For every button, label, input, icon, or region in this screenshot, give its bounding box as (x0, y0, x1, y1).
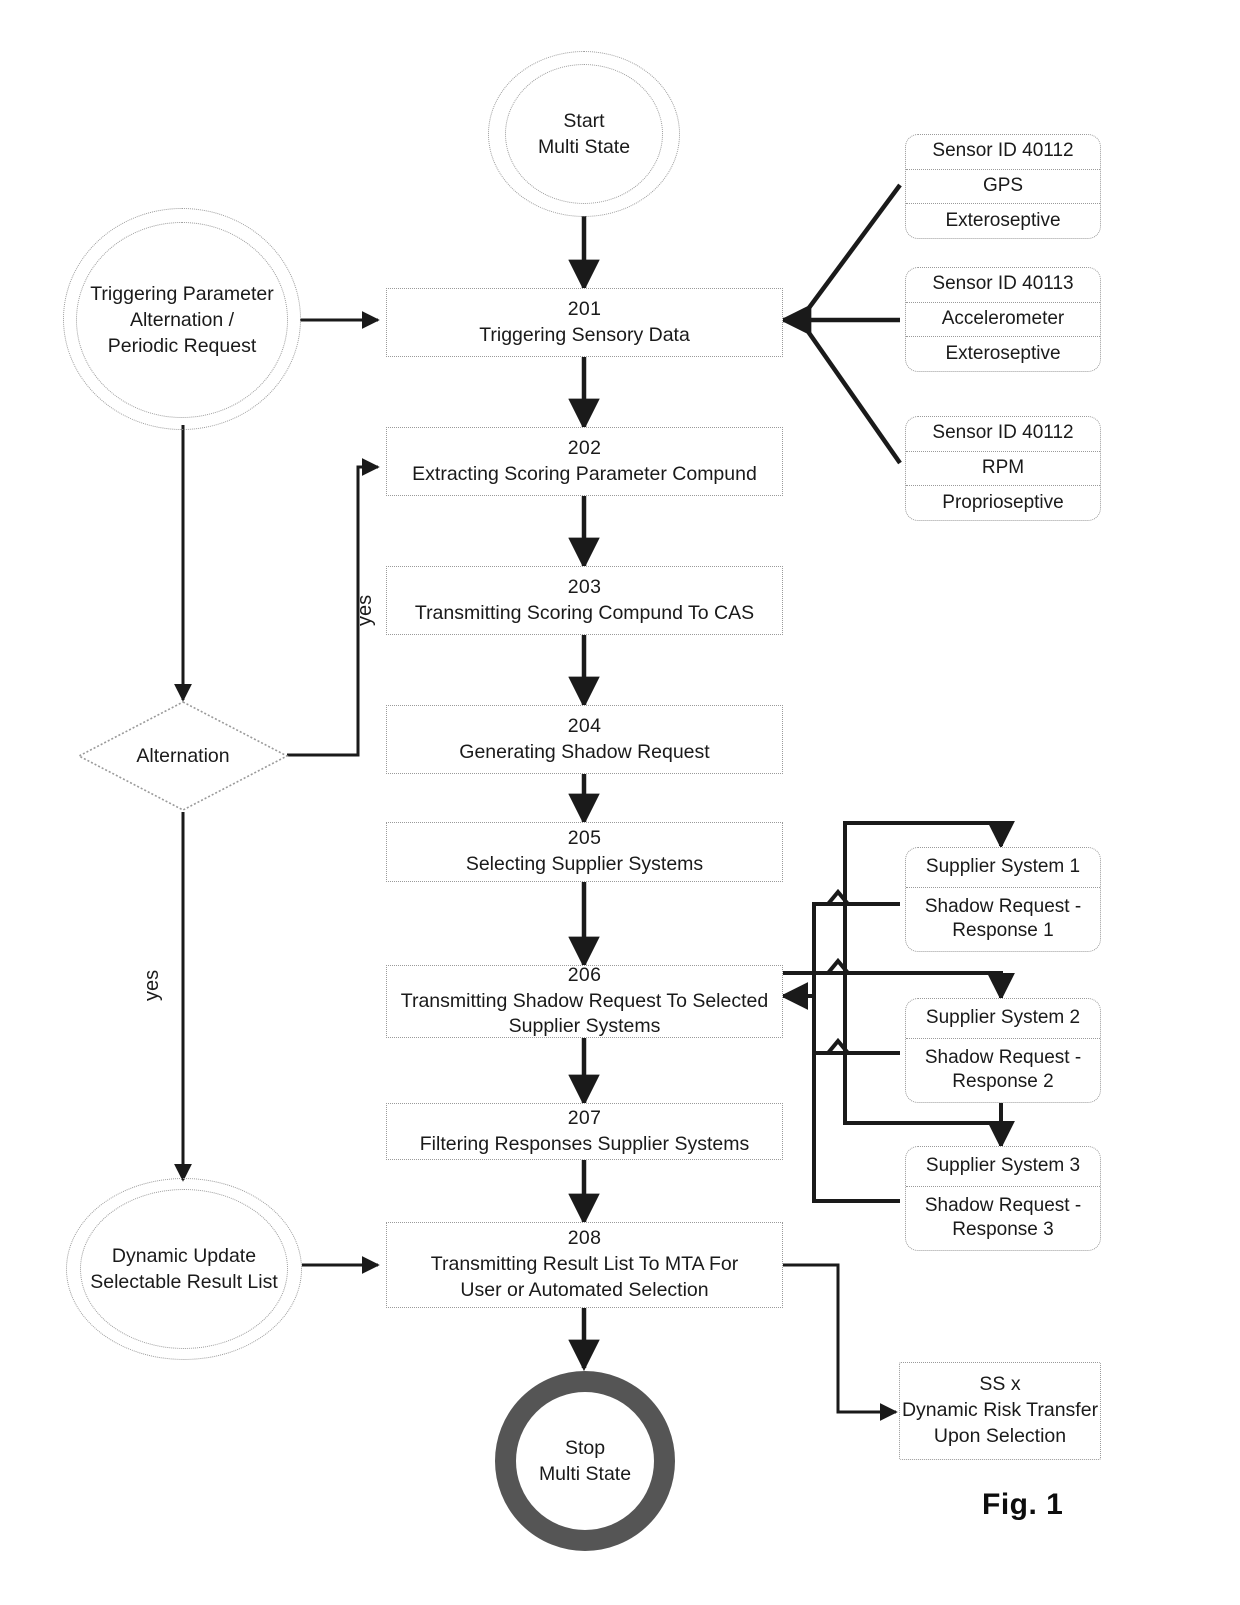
sensor-2-type: Accelerometer (906, 301, 1100, 337)
supplier-1-response-line2: Response 1 (952, 920, 1054, 942)
step-207-number: 207 (567, 1106, 602, 1129)
ssx-line3: Upon Selection (933, 1424, 1067, 1447)
alternation-yes-label-down: yes (141, 969, 163, 1001)
edge-208-to-ssx (783, 1263, 898, 1421)
trigger-node: Triggering Parameter Alternation / Perio… (76, 222, 288, 418)
ssx-line2: Dynamic Risk Transfer (901, 1399, 1099, 1422)
sensor-3-id: Sensor ID 40112 (932, 422, 1074, 444)
trigger-node-line2: Alternation / (129, 308, 235, 331)
supplier-system-card-2[interactable]: Supplier System 2 Shadow Request - Respo… (905, 998, 1101, 1103)
supplier-2-response-line1: Shadow Request - (924, 1046, 1082, 1068)
step-205-number: 205 (567, 827, 602, 850)
step-204-number: 204 (567, 714, 602, 737)
step-208-label-line1: Transmitting Result List To MTA For (430, 1253, 739, 1276)
trigger-node-line3: Periodic Request (107, 335, 257, 358)
edge-206-to-supplier2 (845, 971, 1015, 1001)
supplier-3-response-line1: Shadow Request - (924, 1194, 1082, 1216)
start-node: Start Multi State (505, 64, 663, 204)
step-box-203[interactable]: 203 Transmitting Scoring Compund To CAS (386, 566, 783, 635)
step-207-label: Filtering Responses Supplier Systems (419, 1132, 750, 1155)
sensor-1-id: Sensor ID 40112 (932, 140, 1074, 162)
sensor-3-category: Proprioseptive (906, 485, 1100, 520)
step-box-204[interactable]: 204 Generating Shadow Request (386, 705, 783, 774)
alternation-label: Alternation (136, 744, 230, 767)
supplier-3-response: Shadow Request - Response 3 (906, 1185, 1100, 1250)
edge-supplier3-response-to-206 (812, 996, 900, 1203)
supplier-system-card-1[interactable]: Supplier System 1 Shadow Request - Respo… (905, 847, 1101, 952)
wire-hop-1 (826, 888, 850, 906)
stop-node-line1: Stop (564, 1436, 606, 1459)
wire-hop-3 (826, 957, 850, 975)
step-box-207[interactable]: 207 Filtering Responses Supplier Systems (386, 1103, 783, 1160)
step-203-number: 203 (567, 575, 602, 598)
step-box-201[interactable]: 201 Triggering Sensory Data (386, 288, 783, 357)
figure-caption: Fig. 1 (982, 1488, 1064, 1521)
stop-node: Stop Multi State (495, 1371, 675, 1551)
sensor-1-type: GPS (906, 168, 1100, 204)
dynamic-update-line1: Dynamic Update (111, 1244, 257, 1267)
supplier-system-card-3[interactable]: Supplier System 3 Shadow Request - Respo… (905, 1146, 1101, 1251)
step-box-202[interactable]: 202 Extracting Scoring Parameter Compund (386, 427, 783, 496)
step-202-label: Extracting Scoring Parameter Compund (412, 462, 757, 485)
step-206-number: 206 (567, 963, 602, 986)
supplier-1-name: Supplier System 1 (925, 855, 1081, 877)
supplier-3-response-line2: Response 3 (952, 1219, 1054, 1241)
step-204-label: Generating Shadow Request (459, 740, 710, 763)
supplier-1-response: Shadow Request - Response 1 (906, 886, 1100, 951)
stop-node-line2: Multi State (538, 1463, 632, 1485)
ssx-dynamic-risk-transfer-box[interactable]: SS x Dynamic Risk Transfer Upon Selectio… (899, 1362, 1101, 1460)
step-208-number: 208 (567, 1227, 602, 1250)
alternation-yes-label-right: yes (354, 594, 376, 626)
sensor-card-2[interactable]: Sensor ID 40113 Accelerometer Exterosept… (905, 267, 1101, 372)
step-box-205[interactable]: 205 Selecting Supplier Systems (386, 822, 783, 882)
alternation-decision[interactable]: Alternation (77, 700, 289, 812)
start-node-line2: Multi State (537, 136, 631, 158)
sensor-card-3[interactable]: Sensor ID 40112 RPM Proprioseptive (905, 416, 1101, 521)
edge-sensor3-to-201 (798, 318, 902, 465)
step-202-number: 202 (567, 436, 602, 459)
dynamic-update-line2: Selectable Result List (90, 1271, 278, 1293)
step-203-label: Transmitting Scoring Compund To CAS (414, 601, 755, 624)
ssx-line1: SS x (979, 1373, 1021, 1396)
edge-sensor1-to-201 (798, 183, 902, 322)
supplier-3-name: Supplier System 3 (925, 1154, 1081, 1176)
sensor-2-id: Sensor ID 40113 (932, 273, 1074, 295)
sensor-1-category: Exteroseptive (906, 203, 1100, 238)
flowchart-canvas: Start Multi State Triggering Parameter A… (0, 0, 1240, 1605)
step-201-number: 201 (567, 297, 602, 320)
sensor-card-1[interactable]: Sensor ID 40112 GPS Exteroseptive (905, 134, 1101, 239)
supplier-2-name: Supplier System 2 (925, 1006, 1081, 1028)
supplier-2-response: Shadow Request - Response 2 (906, 1037, 1100, 1102)
step-box-206[interactable]: 206 Transmitting Shadow Request To Selec… (386, 963, 783, 1038)
step-205-label: Selecting Supplier Systems (465, 853, 704, 875)
step-208-label-line2: User or Automated Selection (460, 1278, 709, 1301)
sensor-3-type: RPM (906, 450, 1100, 486)
wire-hop-2 (826, 1037, 850, 1055)
step-box-208[interactable]: 208 Transmitting Result List To MTA For … (386, 1222, 783, 1308)
dynamic-update-node: Dynamic Update Selectable Result List (80, 1189, 288, 1349)
sensor-2-category: Exteroseptive (906, 336, 1100, 371)
step-201-label: Triggering Sensory Data (479, 323, 690, 346)
trigger-node-line1: Triggering Parameter (90, 282, 274, 305)
supplier-1-response-line1: Shadow Request - (924, 895, 1082, 917)
edge-supplier1-response-to-206 (812, 902, 900, 996)
step-206-label-line1: Transmitting Shadow Request To Selected (400, 989, 769, 1012)
supplier-2-response-line2: Response 2 (952, 1071, 1054, 1093)
start-node-line1: Start (563, 109, 605, 132)
edge-supplier2-response-to-206 (812, 996, 900, 1055)
step-206-label-line2: Supplier Systems (508, 1015, 661, 1038)
